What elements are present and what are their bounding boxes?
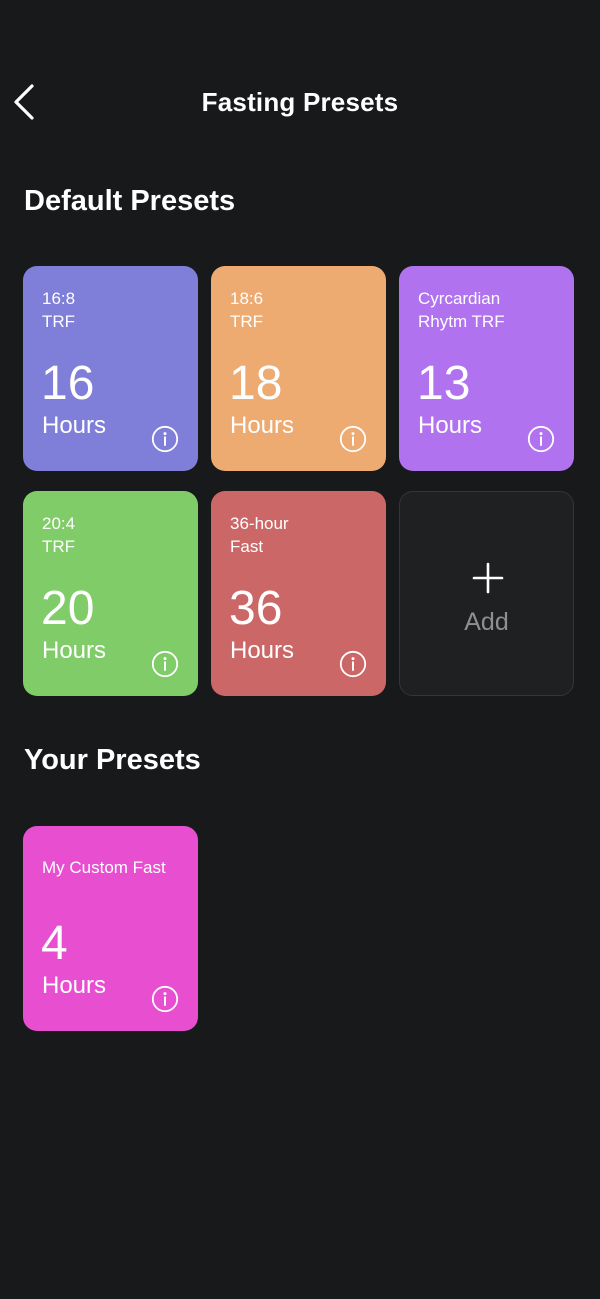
preset-name: 20:4 TRF <box>42 514 76 556</box>
default-presets-title: Default Presets <box>24 185 236 217</box>
preset-card[interactable]: 18:6 TRF 18 Hours <box>211 266 386 471</box>
preset-card[interactable]: 36-hour Fast 36 Hours <box>211 491 386 696</box>
add-preset-button[interactable]: Add <box>399 491 574 696</box>
info-icon[interactable] <box>151 650 179 678</box>
preset-hours-unit: Hours <box>42 412 107 439</box>
preset-hours-unit: Hours <box>418 412 483 439</box>
preset-hours-unit: Hours <box>230 412 295 439</box>
preset-hours-value: 13 <box>417 357 471 410</box>
preset-name: Cyrcardian Rhytm TRF <box>418 289 505 331</box>
preset-name: My Custom Fast <box>42 858 166 877</box>
preset-name: 36-hour Fast <box>230 514 289 556</box>
preset-hours-unit: Hours <box>230 637 295 664</box>
plus-icon <box>472 562 504 594</box>
preset-card[interactable]: My Custom Fast 4 Hours <box>23 826 198 1031</box>
info-icon[interactable] <box>151 425 179 453</box>
preset-hours-unit: Hours <box>42 972 107 999</box>
preset-card[interactable]: Cyrcardian Rhytm TRF 13 Hours <box>399 266 574 471</box>
preset-card[interactable]: 20:4 TRF 20 Hours <box>23 491 198 696</box>
preset-name: 16:8 TRF <box>42 289 76 331</box>
preset-hours-value: 18 <box>229 357 283 410</box>
add-preset-label: Add <box>464 608 509 636</box>
info-icon[interactable] <box>339 425 367 453</box>
info-icon[interactable] <box>151 985 179 1013</box>
info-icon[interactable] <box>527 425 555 453</box>
page-title: Fasting Presets <box>201 87 399 117</box>
preset-hours-value: 20 <box>41 582 95 635</box>
preset-card[interactable]: 16:8 TRF 16 Hours <box>23 266 198 471</box>
preset-hours-value: 36 <box>229 582 283 635</box>
header: Fasting Presets <box>0 60 600 144</box>
preset-hours-unit: Hours <box>42 637 107 664</box>
preset-hours-value: 16 <box>41 357 95 410</box>
preset-name: 18:6 TRF <box>230 289 264 331</box>
info-icon[interactable] <box>339 650 367 678</box>
your-presets-title: Your Presets <box>24 744 201 776</box>
preset-hours-value: 4 <box>41 917 68 970</box>
